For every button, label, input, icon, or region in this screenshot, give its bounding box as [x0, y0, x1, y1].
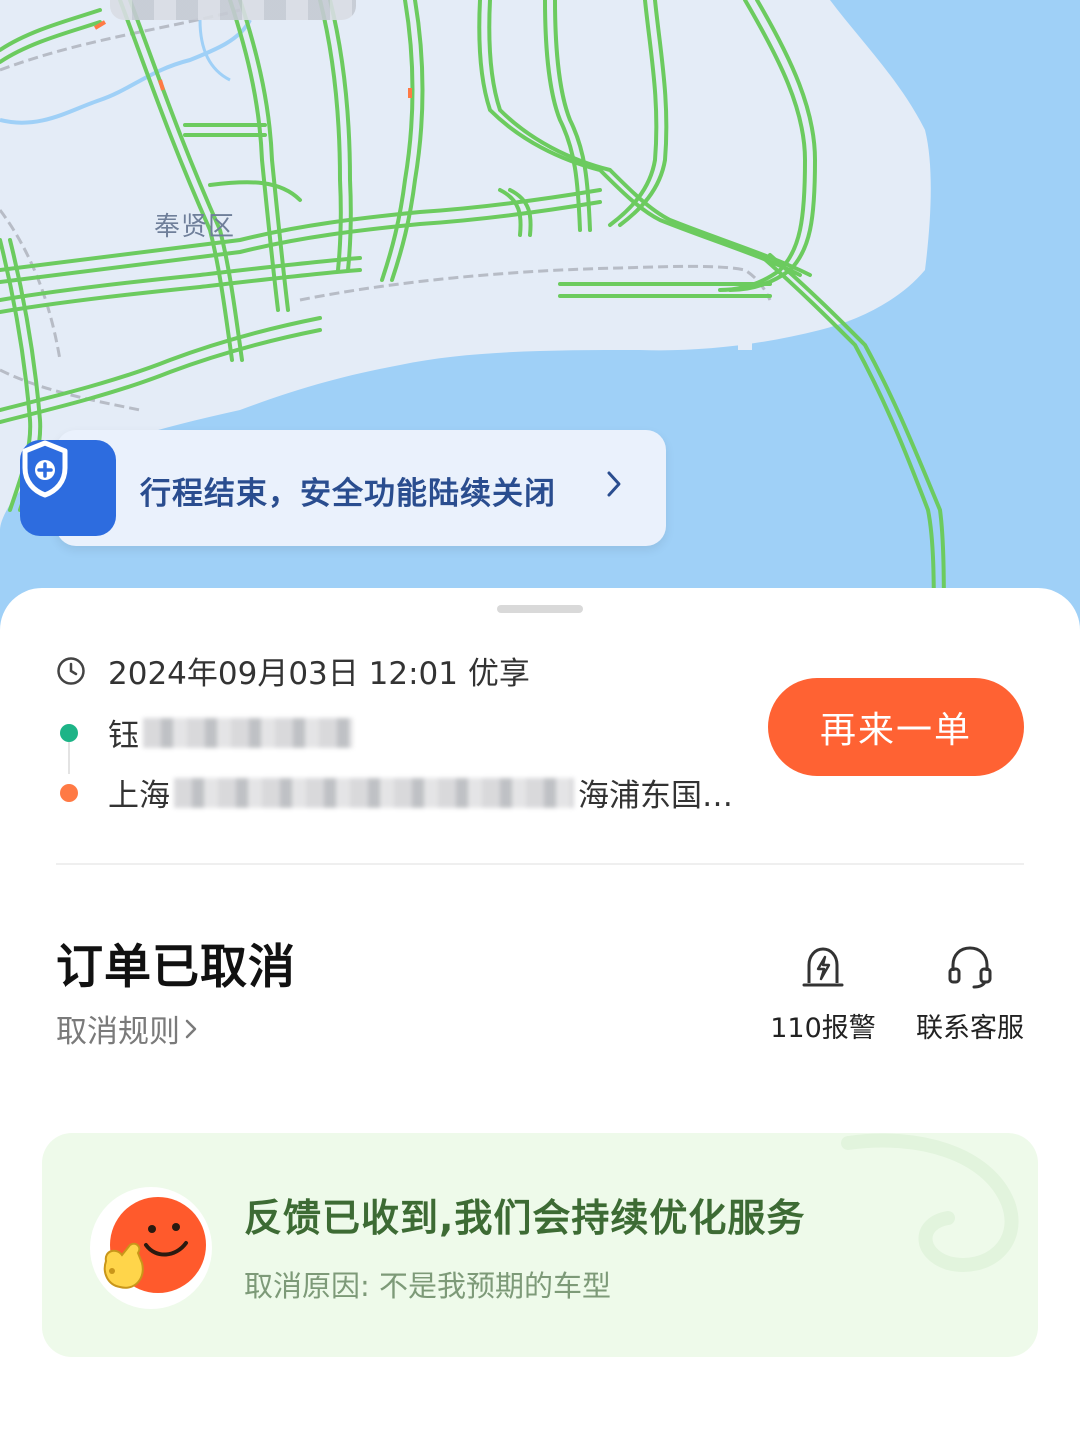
origin-address: 钰: [60, 710, 353, 755]
destination-suffix: 海浦东国…: [578, 778, 733, 814]
decorative-swirl: [841, 1133, 1019, 1272]
district-label: 奉贤区: [154, 212, 236, 242]
trip-time-row: 2024年09月03日 12:01 优享: [56, 648, 530, 693]
headset-icon: [905, 940, 1035, 994]
order-status-title: 订单已取消: [56, 940, 296, 995]
redacted-text: [143, 717, 353, 748]
shield-icon: [20, 440, 116, 536]
feedback-card: 反馈已收到,我们会持续优化服务 取消原因: 不是我预期的车型: [42, 1133, 1038, 1357]
customer-service-button[interactable]: 联系客服: [905, 940, 1035, 1045]
customer-service-label: 联系客服: [916, 1013, 1024, 1044]
safety-banner-text: 行程结束，安全功能陆续关闭: [140, 476, 556, 512]
divider: [56, 863, 1024, 865]
cancel-reason: 取消原因: 不是我预期的车型: [244, 1269, 611, 1303]
chevron-right-icon: [185, 1019, 197, 1038]
reorder-button[interactable]: 再来一单: [768, 678, 1024, 776]
order-detail-sheet: 2024年09月03日 12:01 优享 钰 上海 海浦东国… 再来一单 订单已…: [0, 588, 1080, 1440]
drag-handle[interactable]: [497, 605, 583, 613]
origin-text: 钰: [108, 718, 139, 754]
cancel-rules-label: 取消规则: [56, 1014, 180, 1050]
police-call-button[interactable]: 110报警: [758, 940, 888, 1045]
blurred-location-chip: [110, 0, 356, 20]
destination-prefix: 上海: [108, 778, 170, 814]
trip-datetime: 2024年09月03日 12:01 优享: [108, 656, 530, 692]
destination-address: 上海 海浦东国…: [60, 770, 733, 815]
feedback-title: 反馈已收到,我们会持续优化服务: [244, 1196, 806, 1240]
destination-dot: [60, 783, 78, 802]
chevron-right-icon: [606, 470, 636, 506]
police-call-label: 110报警: [770, 1013, 876, 1044]
smiley-mascot: [90, 1187, 212, 1309]
alarm-icon: [758, 940, 888, 994]
redacted-text: [174, 777, 574, 808]
clock-icon: [57, 656, 85, 685]
cancel-rules-link[interactable]: 取消规则: [56, 1006, 198, 1051]
origin-dot: [60, 723, 78, 742]
safety-banner[interactable]: 行程结束，安全功能陆续关闭: [20, 430, 666, 546]
map-view[interactable]: 奉贤区 行程结束，安全功能陆续关闭: [0, 0, 1080, 640]
